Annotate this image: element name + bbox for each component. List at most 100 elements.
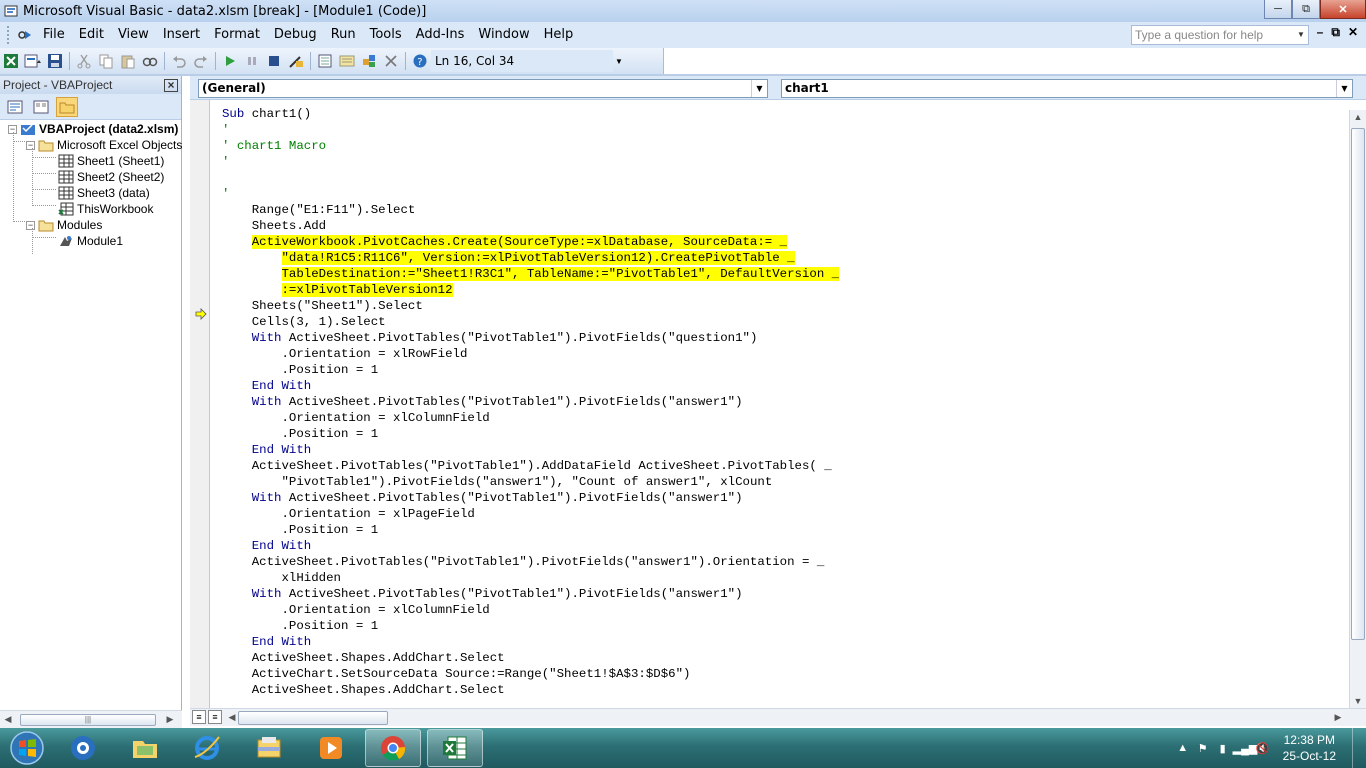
code-line[interactable]: Range("E1:F11").Select [222,202,839,218]
action-center-flag-icon[interactable]: ⚑ [1193,742,1213,755]
code-line[interactable]: Sheets.Add [222,218,839,234]
code-line[interactable]: With ActiveSheet.PivotTables("PivotTable… [222,490,839,506]
mdi-close-icon[interactable]: ✕ [1348,25,1358,40]
collapse-icon[interactable]: − [8,124,17,134]
code-line[interactable]: .Position = 1 [222,426,839,442]
object-combo[interactable]: (General) ▼ [198,79,768,98]
volume-muted-icon[interactable]: 🔇 [1253,742,1273,755]
code-line[interactable]: Sheets("Sheet1").Select [222,298,839,314]
code-line[interactable]: End With [222,634,839,650]
folder-icon[interactable] [117,729,173,767]
tree-item-sheet3[interactable]: Sheet3 (data) [58,185,150,201]
code-line[interactable] [222,170,839,186]
code-line[interactable]: ActiveChart.SetSourceData Source:=Range(… [222,666,839,682]
chevron-down-icon[interactable]: ▼ [1294,26,1308,44]
scroll-thumb[interactable] [238,711,388,725]
scroll-down-icon[interactable]: ▼ [1350,696,1366,706]
mdi-restore-icon[interactable]: ⧉ [1331,25,1340,40]
code-line[interactable]: .Orientation = xlColumnField [222,410,839,426]
chevron-down-icon[interactable]: ▼ [1336,80,1352,97]
reset-icon[interactable] [263,50,285,72]
code-line[interactable]: End With [222,442,839,458]
object-browser-icon[interactable] [358,50,380,72]
cut-icon[interactable] [73,50,95,72]
view-object-icon[interactable] [30,97,52,117]
scroll-thumb[interactable]: ||| [20,714,156,726]
view-code-icon[interactable] [4,97,26,117]
tree-item-module1[interactable]: Module1 [58,233,123,249]
chrome-icon[interactable] [365,729,421,767]
menu-edit[interactable]: Edit [72,25,111,45]
code-line[interactable]: .Position = 1 [222,362,839,378]
explorer-icon[interactable] [241,729,297,767]
menu-tools[interactable]: Tools [363,25,409,45]
scroll-right-icon[interactable]: ▶ [1330,712,1346,723]
code-line[interactable]: :=xlPivotTableVersion12 [222,282,839,298]
code-line[interactable]: End With [222,538,839,554]
toolbar-options-icon[interactable]: ▼ [613,50,625,72]
project-explorer-icon[interactable] [314,50,336,72]
menu-file[interactable]: File [36,25,72,45]
power-icon[interactable]: ▮ [1213,742,1233,755]
show-desktop-button[interactable] [1352,728,1366,768]
code-line[interactable]: TableDestination:="Sheet1!R3C1", TableNa… [222,266,840,282]
code-line[interactable]: ' [222,186,839,202]
media-player-icon[interactable] [303,729,359,767]
code-line[interactable]: "data!R1C5:R11C6", Version:=xlPivotTable… [222,250,839,266]
code-line[interactable]: ActiveSheet.Shapes.AddChart.Select [222,682,839,698]
full-module-view-icon[interactable]: ≡ [208,710,222,724]
menu-run[interactable]: Run [324,25,363,45]
help-icon[interactable]: ? [409,50,431,72]
menu-help[interactable]: Help [537,25,581,45]
undo-icon[interactable] [168,50,190,72]
menu-debug[interactable]: Debug [267,25,324,45]
vba-menu-icon[interactable] [14,25,36,45]
paste-icon[interactable] [117,50,139,72]
code-line[interactable]: With ActiveSheet.PivotTables("PivotTable… [222,586,839,602]
menu-window[interactable]: Window [471,25,536,45]
collapse-icon[interactable]: − [26,220,35,230]
menu-insert[interactable]: Insert [156,25,207,45]
tree-item-sheet2[interactable]: Sheet2 (Sheet2) [58,169,164,185]
collapse-icon[interactable]: − [26,140,35,150]
copy-icon[interactable] [95,50,117,72]
code-line[interactable]: ActiveSheet.Shapes.AddChart.Select [222,650,839,666]
code-line[interactable]: .Orientation = xlPageField [222,506,839,522]
help-search-input[interactable]: Type a question for help ▼ [1131,25,1309,45]
code-line[interactable]: ActiveWorkbook.PivotCaches.Create(Source… [222,234,839,250]
menu-add-ins[interactable]: Add-Ins [409,25,472,45]
breakpoint-margin[interactable] [190,100,210,710]
redo-icon[interactable] [190,50,212,72]
code-line[interactable]: ' [222,154,839,170]
menu-format[interactable]: Format [207,25,267,45]
code-editor[interactable]: Sub chart1() ' ' chart1 Macro ' ' Range("E1:… [222,106,840,698]
scroll-thumb[interactable] [1351,128,1365,640]
pause-icon[interactable] [241,50,263,72]
code-line[interactable]: Cells(3, 1).Select [222,314,839,330]
clock[interactable]: 12:38 PM 25-Oct-12 [1283,732,1336,764]
code-line[interactable]: .Orientation = xlColumnField [222,602,839,618]
procedure-view-icon[interactable]: ≡ [192,710,206,724]
tree-item-sheet1[interactable]: Sheet1 (Sheet1) [58,153,164,169]
close-icon[interactable]: ✕ [1320,0,1366,19]
scroll-left-icon[interactable]: ◀ [0,714,16,725]
find-icon[interactable] [139,50,161,72]
code-line[interactable]: ' chart1 Macro [222,138,839,154]
insert-module-icon[interactable] [22,50,44,72]
code-line[interactable]: End With [222,378,839,394]
properties-icon[interactable] [336,50,358,72]
code-line[interactable]: .Orientation = xlRowField [222,346,839,362]
code-line[interactable]: With ActiveSheet.PivotTables("PivotTable… [222,330,839,346]
procedure-combo[interactable]: chart1 ▼ [781,79,1353,98]
code-hscrollbar[interactable]: ≡ ≡ ◀ ▶ [190,708,1366,726]
code-line[interactable]: .Position = 1 [222,522,839,538]
show-hidden-icons-icon[interactable]: ▲ [1173,742,1193,754]
tree-item-vbaproject[interactable]: − VBAProject (data2.xlsm) [8,121,178,137]
project-hscrollbar[interactable]: ◀ ||| ▶ [0,710,182,728]
menu-grip[interactable] [4,26,12,44]
mdi-minimize-icon[interactable]: – [1317,25,1324,40]
tree-item-excel-objects[interactable]: − Microsoft Excel Objects [26,137,182,153]
restore-icon[interactable]: ⧉ [1292,0,1320,19]
outlook-icon[interactable] [55,729,111,767]
internet-explorer-icon[interactable] [179,729,235,767]
